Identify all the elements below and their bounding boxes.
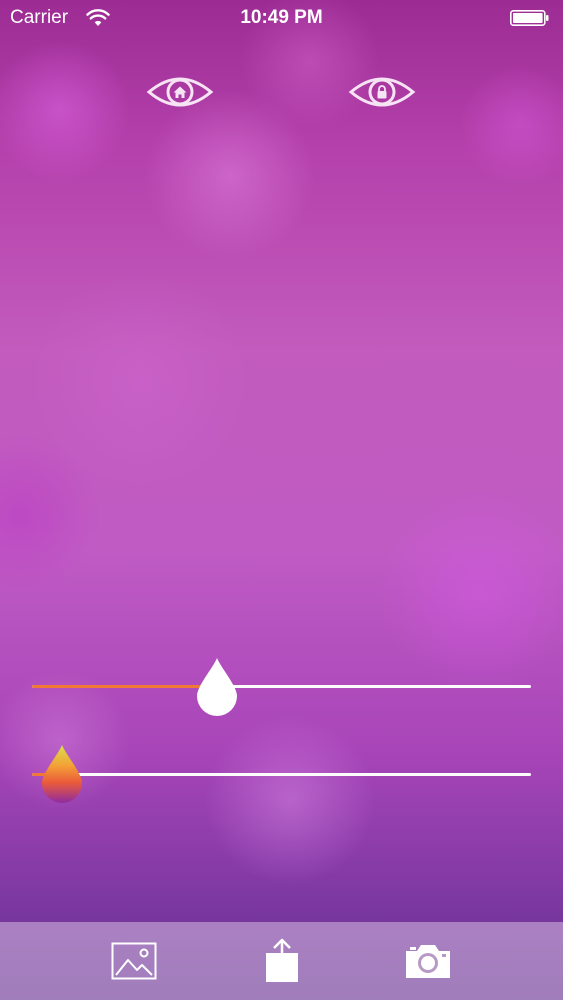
battery-icon [510, 10, 549, 26]
slider-fill [32, 685, 217, 688]
photo-library-button[interactable] [109, 938, 159, 984]
eye-lock-icon[interactable] [348, 72, 416, 112]
clock: 10:49 PM [240, 7, 323, 28]
slider-track[interactable] [32, 773, 531, 776]
share-icon [266, 938, 298, 982]
status-bar: Carrier 10:49 PM [0, 0, 563, 36]
bottom-toolbar [0, 922, 563, 1000]
eye-home-icon[interactable] [146, 72, 214, 112]
color-drop-thumb-icon[interactable] [40, 743, 84, 805]
drop-thumb-icon[interactable] [195, 656, 239, 718]
blur-slider[interactable] [32, 656, 531, 716]
camera-button[interactable] [403, 938, 453, 984]
image-icon [111, 942, 157, 980]
share-button[interactable] [257, 938, 307, 984]
color-slider[interactable] [32, 743, 531, 803]
app-screen: Carrier 10:49 PM [0, 0, 563, 1000]
camera-icon [406, 945, 450, 978]
